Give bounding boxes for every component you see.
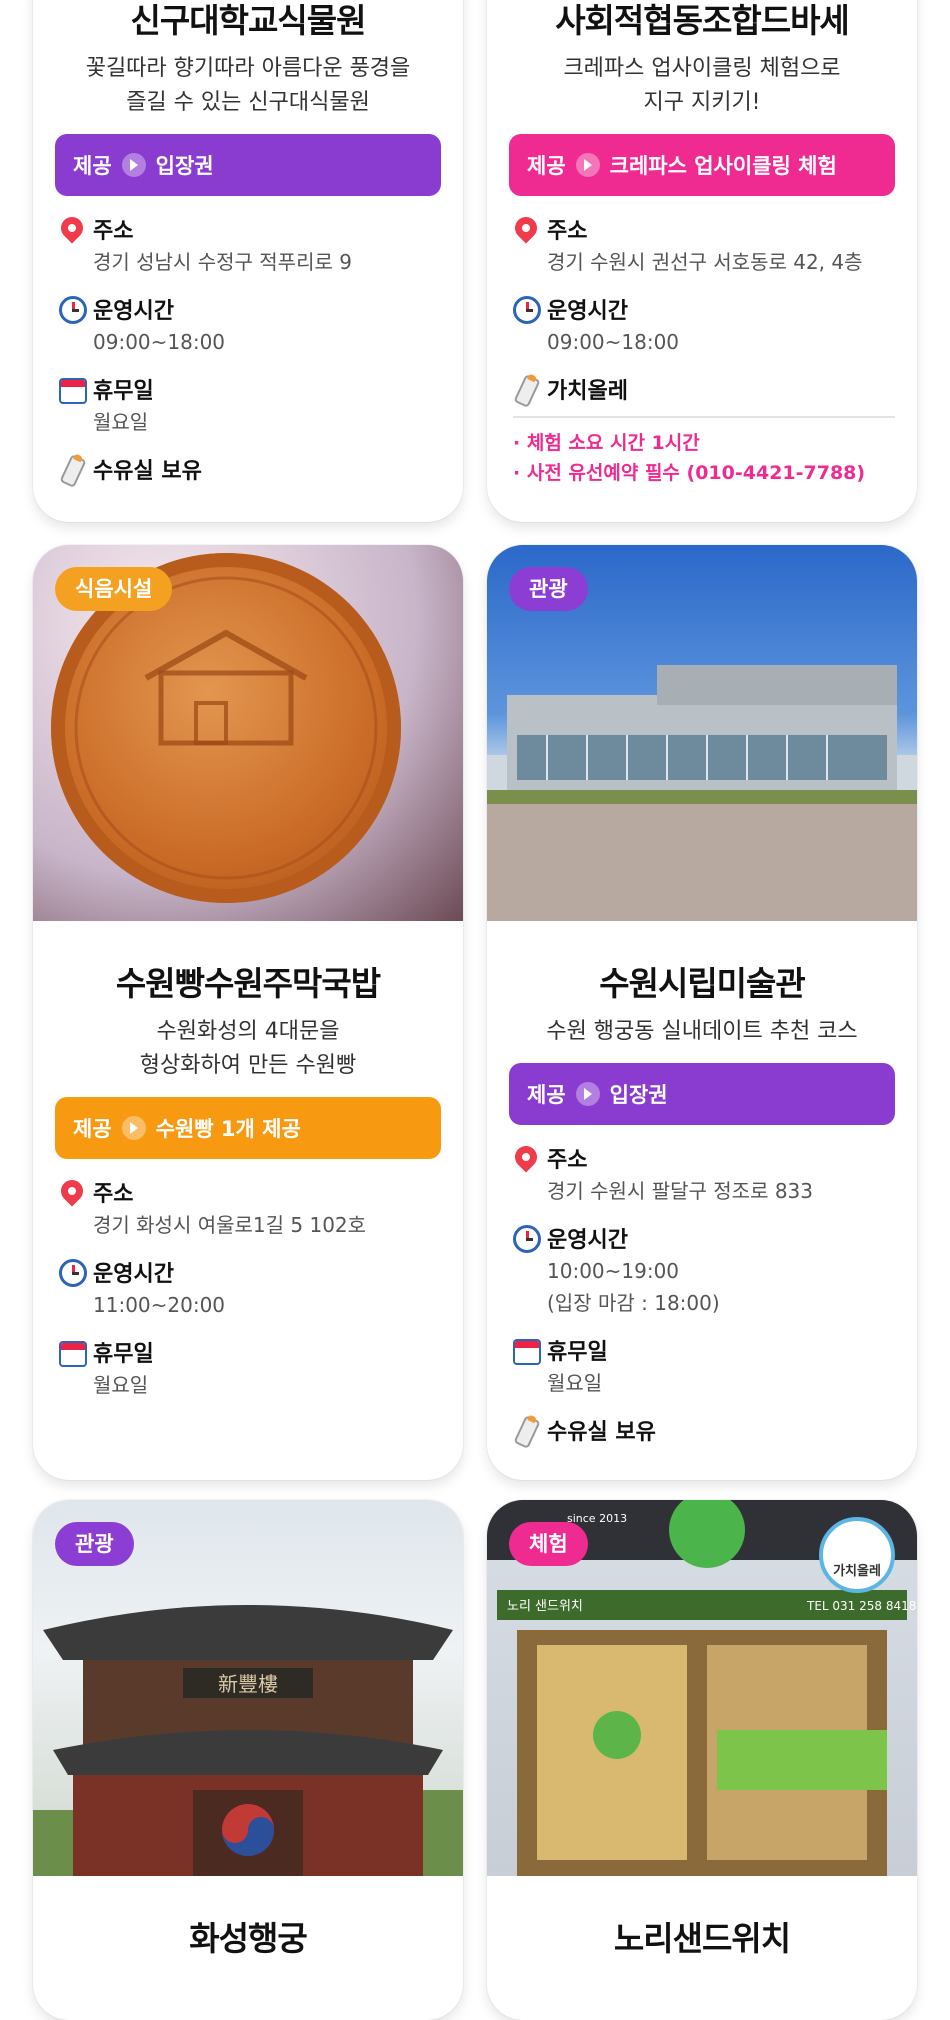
offer-value: 입장권 — [155, 154, 214, 178]
closed-value: 월요일 — [547, 1371, 603, 1395]
chevron-right-icon — [121, 153, 146, 177]
place-title: 수원빵수원주막국밥 — [115, 964, 381, 1003]
closed-label: 휴무일 — [93, 1342, 154, 1367]
category-badge: 체험 — [509, 1522, 588, 1566]
place-title: 신구대학교식물원 — [130, 1, 367, 40]
location-pin-icon — [56, 212, 88, 244]
place-subtitle: 크레파스 업사이클링 체험으로 지구 지키기! — [563, 56, 841, 115]
calendar-icon — [59, 1339, 87, 1367]
address-label: 주소 — [547, 1148, 588, 1173]
address-value: 경기 수원시 권선구 서호동로 42, 4층 — [547, 250, 863, 274]
chevron-right-icon — [575, 153, 600, 177]
category-badge: 식음시설 — [55, 567, 173, 611]
closed-value: 월요일 — [93, 1373, 149, 1397]
hours-label: 운영시간 — [547, 299, 628, 324]
offer-label: 제공 — [527, 154, 566, 178]
hours-value: 10:00~19:00 — [547, 1259, 680, 1283]
closed-value: 월요일 — [93, 410, 149, 434]
calendar-icon — [59, 376, 87, 404]
place-photo: 식음시설 — [33, 545, 463, 921]
location-pin-icon — [56, 1175, 88, 1207]
note-line: · 체험 소요 시간 1시간 — [513, 432, 700, 454]
place-card-suwon-art-museum[interactable]: 관광 수원시립미술관 수원 행궁동 실내데이트 추천 코스 제공 입장권 주소 … — [487, 545, 917, 1480]
category-badge: 관광 — [509, 567, 588, 611]
hours-label: 운영시간 — [93, 299, 174, 324]
clock-icon — [513, 1225, 541, 1253]
place-photo: 新豐樓 관광 — [33, 1500, 463, 1876]
place-photo: since 2013 노리 샌드위치 TEL 031 258 8418 가치올레… — [487, 1500, 917, 1876]
baby-bottle-icon — [59, 454, 87, 488]
nursing-room: 수유실 보유 — [93, 459, 202, 484]
clock-icon — [59, 296, 87, 324]
offer-value: 크레파스 업사이클링 체험 — [609, 154, 837, 178]
nursing-room: 수유실 보유 — [547, 1420, 656, 1445]
place-title: 노리샌드위치 — [613, 1919, 791, 1958]
offer-value: 수원빵 1개 제공 — [155, 1117, 301, 1141]
offer-value: 입장권 — [609, 1083, 668, 1107]
shop-tel: TEL 031 258 8418 — [806, 1599, 916, 1613]
address-label: 주소 — [93, 1182, 134, 1207]
hours-value: 09:00~18:00 — [547, 330, 680, 354]
closed-label: 휴무일 — [93, 379, 154, 404]
calendar-icon — [513, 1337, 541, 1365]
divider — [513, 416, 895, 418]
place-title: 사회적협동조합드바세 — [555, 1, 850, 40]
offer-banner: 제공 크레파스 업사이클링 체험 — [509, 134, 895, 196]
place-subtitle: 수원화성의 4대문을 형상화하여 만든 수원빵 — [139, 1019, 357, 1078]
location-pin-icon — [510, 1141, 542, 1173]
offer-label: 제공 — [73, 154, 112, 178]
baby-bottle-icon — [513, 374, 541, 408]
hours-note: (입장 마감 : 18:00) — [547, 1291, 720, 1315]
clock-icon — [59, 1259, 87, 1287]
hours-label: 운영시간 — [547, 1228, 628, 1253]
hours-label: 운영시간 — [93, 1262, 174, 1287]
offer-label: 제공 — [73, 1117, 112, 1141]
place-card-shingu-botanical[interactable]: 신구대학교식물원 꽃길따라 향기따라 아름다운 풍경을 즐길 수 있는 신구대식… — [33, 0, 463, 522]
offer-banner: 제공 수원빵 1개 제공 — [55, 1097, 441, 1159]
place-card-debase[interactable]: 사회적협동조합드바세 크레파스 업사이클링 체험으로 지구 지키기! 제공 크레… — [487, 0, 917, 522]
note-line: · 사전 유선예약 필수 (010-4421-7788) — [513, 462, 866, 484]
address-value: 경기 성남시 수정구 적푸리로 9 — [93, 250, 352, 274]
address-label: 주소 — [547, 219, 588, 244]
category-badge: 관광 — [55, 1522, 134, 1566]
place-subtitle: 꽃길따라 향기따라 아름다운 풍경을 즐길 수 있는 신구대식물원 — [85, 56, 411, 115]
value-tag: 가치올레 — [547, 379, 628, 404]
chevron-right-icon — [121, 1116, 146, 1140]
place-card-nori-sandwich[interactable]: since 2013 노리 샌드위치 TEL 031 258 8418 가치올레… — [487, 1500, 917, 2020]
baby-bottle-icon — [513, 1415, 541, 1449]
place-card-hwaseong-haenggung[interactable]: 新豐樓 관광 화성행궁 — [33, 1500, 463, 2020]
address-value: 경기 화성시 여울로1길 5 102호 — [93, 1213, 367, 1237]
chevron-right-icon — [575, 1082, 600, 1106]
place-subtitle: 수원 행궁동 실내데이트 추천 코스 — [546, 1019, 858, 1044]
since-text: since 2013 — [567, 1512, 627, 1525]
gate-sign: 新豐樓 — [218, 1672, 278, 1696]
closed-label: 휴무일 — [547, 1340, 608, 1365]
offer-banner: 제공 입장권 — [509, 1063, 895, 1125]
shop-sign: 노리 샌드위치 — [507, 1599, 583, 1614]
location-pin-icon — [510, 212, 542, 244]
place-photo: 관광 — [487, 545, 917, 921]
logo-text: 가치올레 — [833, 1563, 881, 1579]
offer-label: 제공 — [527, 1083, 566, 1107]
address-label: 주소 — [93, 219, 134, 244]
hours-value: 09:00~18:00 — [93, 330, 226, 354]
place-title: 화성행궁 — [189, 1919, 307, 1958]
place-title: 수원시립미술관 — [599, 964, 806, 1003]
hours-value: 11:00~20:00 — [93, 1293, 226, 1317]
clock-icon — [513, 296, 541, 324]
address-value: 경기 수원시 팔달구 정조로 833 — [547, 1179, 814, 1203]
offer-banner: 제공 입장권 — [55, 134, 441, 196]
place-card-suwon-bread[interactable]: 식음시설 수원빵수원주막국밥 수원화성의 4대문을 형상화하여 만든 수원빵 제… — [33, 545, 463, 1480]
